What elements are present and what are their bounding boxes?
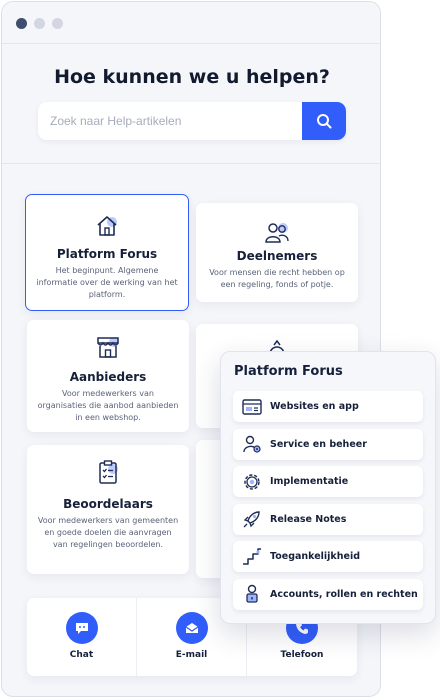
- page-title: Hoe kunnen we u helpen?: [54, 66, 330, 88]
- card-description: Voor medewerkers van organisaties die aa…: [37, 389, 179, 422]
- card-aanbieders[interactable]: Aanbieders Voor medewerkers van organisa…: [27, 320, 189, 432]
- window-titlebar: [2, 2, 380, 44]
- clipboard-icon: [99, 460, 118, 484]
- contact-label: E-mail: [175, 650, 208, 660]
- menu-item-release-notes[interactable]: Release Notes: [233, 503, 423, 535]
- menu-item-label: Accounts, rollen en rechten: [270, 588, 418, 600]
- gear-icon: [244, 473, 260, 490]
- contact-chat[interactable]: Chat: [27, 598, 137, 676]
- browser-icon: [242, 398, 262, 415]
- user-settings-icon: [243, 435, 261, 453]
- menu-item-implementatie[interactable]: Implementatie: [233, 466, 423, 497]
- menu-item-label: Toegankelijkheid: [270, 551, 361, 562]
- rocket-icon: [243, 511, 260, 528]
- card-description: Voor mensen die recht hebben op een rege…: [209, 268, 345, 289]
- store-icon: [97, 337, 119, 358]
- search-button[interactable]: [302, 102, 346, 140]
- home-icon: [97, 216, 117, 236]
- mail-icon: [185, 623, 198, 633]
- window-dot-close[interactable]: [16, 18, 27, 29]
- hero-section: Hoe kunnen we u helpen?: [2, 44, 380, 164]
- card-description: Voor medewerkers van gemeenten en goede …: [37, 516, 179, 549]
- stairs-icon: [243, 547, 261, 565]
- card-description: Het beginpunt. Algemene informatie over …: [36, 266, 178, 299]
- users-icon: [265, 223, 289, 243]
- card-title: Deelnemers: [236, 249, 318, 263]
- menu-item-service-en-beheer[interactable]: Service en beheer: [233, 428, 423, 460]
- chat-icon: [75, 623, 88, 634]
- card-beoordelaars[interactable]: Beoordelaars Voor medewerkers van gemeen…: [27, 445, 189, 574]
- menu-item-websites-en-app[interactable]: Websites en app: [233, 391, 423, 422]
- window-dot-maximize[interactable]: [52, 18, 63, 29]
- search-icon: [317, 114, 332, 129]
- card-platform-forus[interactable]: Platform Forus Het beginpunt. Algemene i…: [25, 194, 189, 311]
- menu-item-toegankelijkheid[interactable]: Toegankelijkheid: [233, 541, 423, 572]
- menu-item-label: Service en beheer: [270, 438, 367, 450]
- contact-email-circle: [175, 612, 208, 644]
- menu-title: Platform Forus: [234, 364, 343, 379]
- menu-item-label: Websites en app: [270, 401, 359, 412]
- contact-label: Chat: [69, 650, 94, 660]
- contact-chat-circle: [65, 612, 98, 644]
- search-bar: [38, 102, 346, 140]
- search-input[interactable]: [38, 102, 302, 140]
- card-deelnemers[interactable]: Deelnemers Voor mensen die recht hebben …: [196, 203, 358, 302]
- menu-item-label: Implementatie: [270, 476, 349, 487]
- account-lock-icon: [246, 584, 258, 603]
- window-dot-minimize[interactable]: [34, 18, 45, 29]
- contact-label: Telefoon: [280, 650, 324, 660]
- card-title: Aanbieders: [69, 370, 147, 384]
- card-title: Platform Forus: [56, 247, 158, 261]
- menu-item-accounts-rollen-en-rechten[interactable]: Accounts, rollen en rechten: [233, 578, 423, 610]
- card-title: Beoordelaars: [63, 497, 153, 511]
- menu-item-label: Release Notes: [270, 513, 347, 525]
- platform-forus-menu: Platform Forus Websites en app Service e…: [220, 351, 436, 624]
